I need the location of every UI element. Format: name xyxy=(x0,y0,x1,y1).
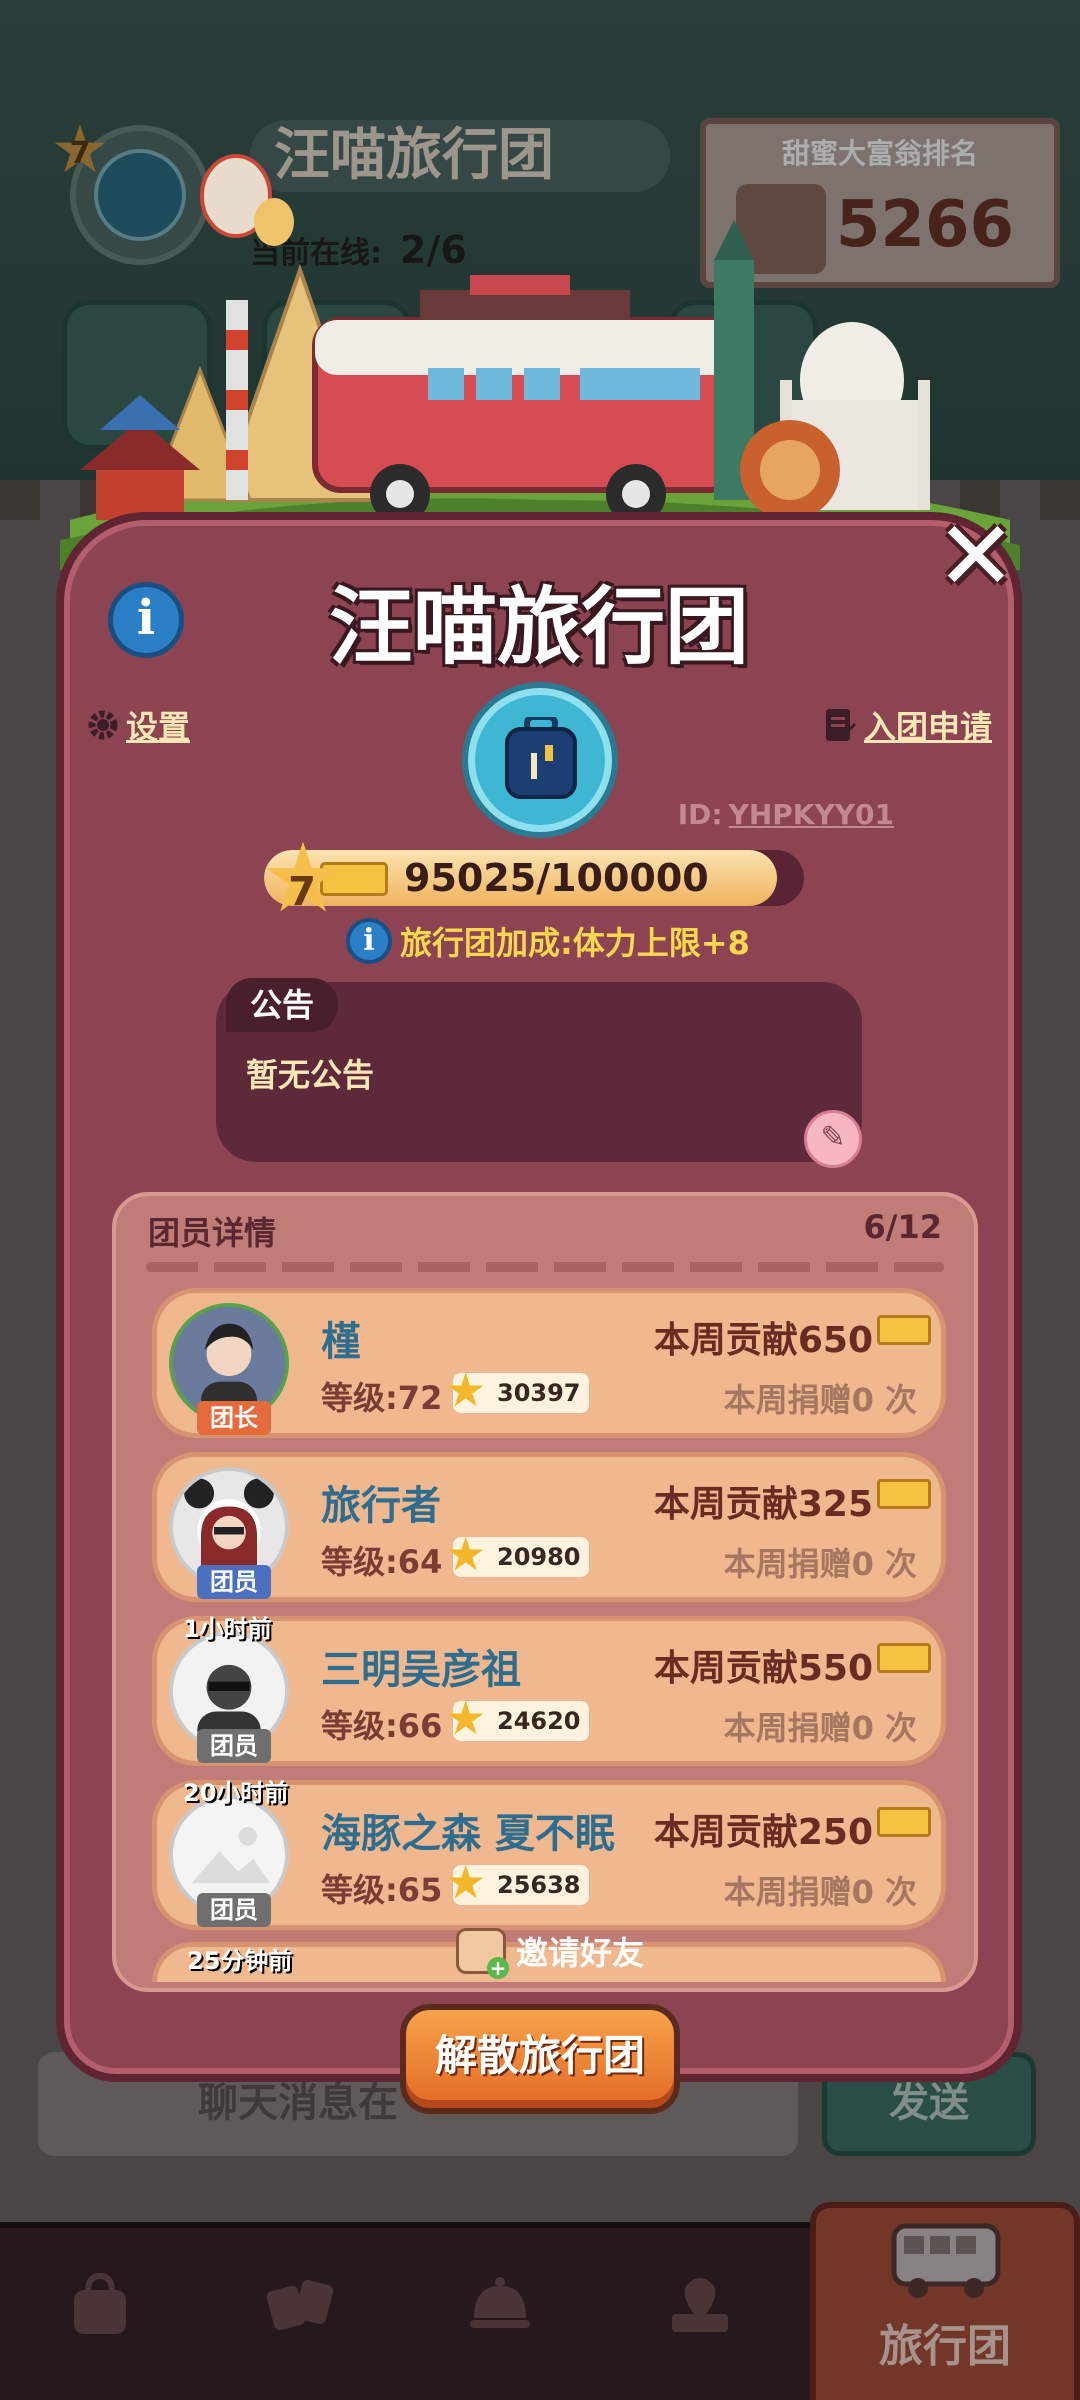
team-emblem xyxy=(468,688,612,832)
team-bonus-text: 旅行团加成:体力上限+8 xyxy=(400,924,750,962)
weekly-contribution: 本周贡献325 xyxy=(653,1484,873,1525)
member-stars: ★ 30397 xyxy=(445,1365,589,1415)
bottom-nav: 旅行团 xyxy=(0,2202,1080,2400)
nav-bag[interactable] xyxy=(40,2268,160,2378)
role-badge: 团员 xyxy=(197,1893,271,1927)
info-icon[interactable]: i xyxy=(346,918,392,964)
role-badge: 团员 xyxy=(197,1729,271,1763)
member-list-header: 团员详情 xyxy=(148,1214,277,1252)
team-bonus: i 旅行团加成:体力上限+8 xyxy=(346,918,750,964)
close-icon[interactable]: ✕ xyxy=(930,508,1022,604)
bus-icon xyxy=(891,2223,1001,2298)
last-online-time: 25分钟前 xyxy=(187,1947,293,1975)
star-icon: ★ xyxy=(445,1363,487,1417)
join-requests-label: 入团申请 xyxy=(863,708,992,746)
level-star-icon: ★ 7 xyxy=(260,822,347,934)
gear-icon xyxy=(88,710,118,740)
role-badge: 团员 xyxy=(197,1565,271,1599)
member-row[interactable]: 团员 旅行者 等级:64 ★ 20980 本周贡献325 本周捐赠0 次 xyxy=(152,1452,946,1602)
travel-scene-illustration xyxy=(60,154,1020,570)
member-row[interactable]: 20小时前 团员 海豚之森 夏不眠 等级:65 ★ 25638 本周贡献250 本… xyxy=(152,1779,946,1930)
team-level: 7 xyxy=(288,869,316,915)
team-id: ID: YHPKYY01 xyxy=(677,798,894,831)
bus-icon xyxy=(312,275,738,524)
member-name: 海豚之森 夏不眠 xyxy=(321,1811,615,1857)
star-icon: ★ xyxy=(445,1527,487,1581)
invite-friends-button[interactable]: 邀请好友 xyxy=(456,1928,645,1979)
plane-ticket-icon xyxy=(877,1643,931,1673)
role-badge: 团长 xyxy=(197,1401,271,1435)
member-count: 6/12 xyxy=(863,1208,942,1246)
invite-friends-label: 邀请好友 xyxy=(516,1934,645,1972)
announcement-tag: 公告 xyxy=(226,978,338,1032)
last-online-time: 20小时前 xyxy=(183,1779,289,1807)
member-name: 旅行者 xyxy=(321,1483,441,1529)
announcement-panel: 公告 暂无公告 ✎ xyxy=(216,978,862,1168)
dissolve-group-button[interactable]: 解散旅行团 xyxy=(400,2004,680,2114)
weekly-donation: 本周捐赠0 次 xyxy=(723,1709,917,1747)
settings-label: 设置 xyxy=(126,708,191,746)
last-online-time: 1小时前 xyxy=(183,1615,272,1643)
weekly-contribution: 本周贡献250 xyxy=(653,1812,873,1853)
document-icon xyxy=(825,709,856,741)
member-list-panel: 团员详情 6/12 团长 槿 等级:72 ★ 30397 本周贡献650 本周捐赠… xyxy=(112,1192,978,1992)
member-stars: ★ 25638 xyxy=(445,1857,589,1907)
add-friend-icon xyxy=(456,1928,509,1979)
plane-ticket-icon xyxy=(877,1807,931,1837)
member-name: 三明吴彦祖 xyxy=(321,1647,521,1693)
member-stars: ★ 20980 xyxy=(445,1529,589,1579)
nav-map[interactable] xyxy=(640,2268,760,2378)
star-icon: ★ xyxy=(445,1855,487,1909)
experience-value: 95025/100000 xyxy=(404,856,709,900)
cloche-icon xyxy=(470,2277,530,2328)
cards-icon xyxy=(266,2279,334,2331)
member-name: 槿 xyxy=(321,1319,361,1365)
suitcase-icon xyxy=(505,717,577,799)
member-level: 等级:66 xyxy=(321,1707,443,1745)
member-row[interactable]: 团长 槿 等级:72 ★ 30397 本周贡献650 本周捐赠0 次 xyxy=(152,1288,946,1438)
star-icon: ★ xyxy=(445,1691,487,1745)
weekly-contribution: 本周贡献650 xyxy=(653,1320,873,1361)
divider xyxy=(146,1262,944,1272)
travel-group-modal: i 汪喵旅行团 设置 入团申请 ID: YHPKYY01 95025/100000… xyxy=(56,512,1022,2082)
lion-icon xyxy=(740,420,840,520)
join-requests-button[interactable]: 入团申请 xyxy=(824,702,992,748)
weekly-donation: 本周捐赠0 次 xyxy=(723,1545,917,1583)
member-level: 等级:64 xyxy=(321,1543,443,1581)
member-row[interactable]: 1小时前 团员 三明吴彦祖 等级:66 ★ 24620 本周贡献550 本周捐赠0… xyxy=(152,1615,946,1766)
weekly-donation: 本周捐赠0 次 xyxy=(723,1873,917,1911)
member-level: 等级:72 xyxy=(321,1379,443,1417)
modal-title: 汪喵旅行团 xyxy=(328,578,749,676)
balloon-icon xyxy=(200,154,294,246)
nav-service[interactable] xyxy=(440,2268,560,2378)
nav-travel-group-label: 旅行团 xyxy=(879,2321,1011,2372)
announcement-text: 暂无公告 xyxy=(246,1056,375,1094)
bag-icon xyxy=(74,2272,126,2334)
member-level: 等级:65 xyxy=(321,1871,443,1909)
edit-pencil-icon[interactable]: ✎ xyxy=(804,1110,862,1168)
nav-cards[interactable] xyxy=(240,2268,360,2378)
plane-ticket-icon xyxy=(877,1315,931,1345)
settings-button[interactable]: 设置 xyxy=(86,702,190,748)
nav-travel-group[interactable]: 旅行团 xyxy=(810,2202,1080,2400)
tower-icon xyxy=(226,300,248,500)
member-stars: ★ 24620 xyxy=(445,1693,589,1743)
plane-ticket-icon xyxy=(877,1479,931,1509)
weekly-donation: 本周捐赠0 次 xyxy=(723,1381,917,1419)
weekly-contribution: 本周贡献550 xyxy=(653,1648,873,1689)
map-pin-icon xyxy=(672,2278,728,2332)
